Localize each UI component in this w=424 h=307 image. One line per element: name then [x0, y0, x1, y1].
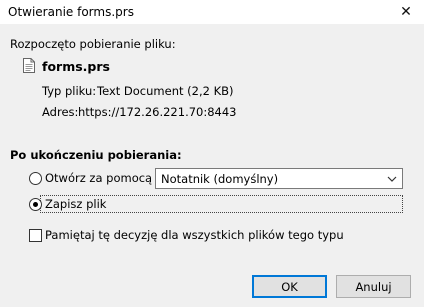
save-file-label[interactable]: Zapisz plik	[45, 197, 106, 211]
open-with-label[interactable]: Otwórz za pomocą	[45, 171, 152, 185]
file-type-value: Text Document (2,2 KB)	[97, 84, 234, 98]
remember-label[interactable]: Pamiętaj tę decyzję dla wszystkich plikó…	[45, 228, 344, 242]
open-with-selected-value: Notatnik (domyślny)	[161, 172, 279, 186]
save-file-radio[interactable]	[29, 198, 42, 211]
chevron-down-icon	[387, 176, 397, 182]
after-download-heading: Po ukończeniu pobierania:	[10, 148, 182, 162]
cancel-button[interactable]: Anuluj	[336, 275, 411, 298]
window-title: Otwieranie forms.prs	[8, 5, 134, 19]
file-type-label: Typ pliku:	[42, 84, 97, 98]
dialog-body: Rozpoczęto pobieranie pliku: forms.prs T…	[0, 24, 424, 307]
open-with-radio[interactable]	[29, 172, 42, 185]
download-intro: Rozpoczęto pobieranie pliku:	[10, 37, 176, 51]
file-name: forms.prs	[42, 59, 110, 74]
close-button[interactable]: ✕	[388, 0, 424, 24]
title-bar: Otwieranie forms.prs ✕	[0, 0, 424, 24]
address-value: https://172.26.221.70:8443	[78, 105, 237, 119]
remember-checkbox[interactable]	[29, 229, 42, 242]
ok-button[interactable]: OK	[252, 275, 327, 298]
document-icon	[23, 58, 35, 73]
close-icon: ✕	[400, 4, 412, 20]
address-label: Adres:	[42, 105, 79, 119]
open-with-select[interactable]: Notatnik (domyślny)	[155, 168, 403, 189]
